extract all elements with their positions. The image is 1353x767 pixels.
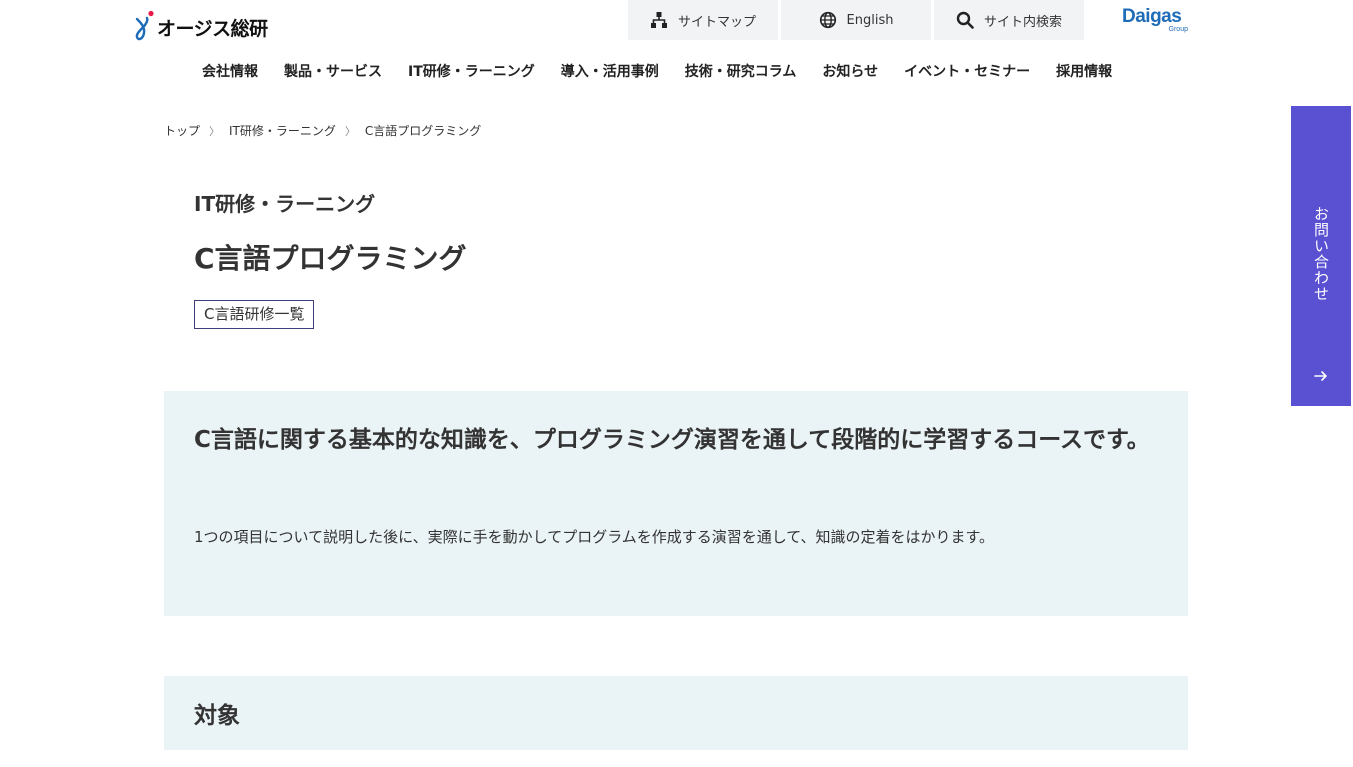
intro-heading: C言語に関する基本的な知識を、プログラミング演習を通して段階的に学習するコースで… xyxy=(194,427,1150,453)
globe-icon xyxy=(819,11,837,29)
breadcrumb-separator: 〉 xyxy=(344,124,356,138)
intro-panel: C言語に関する基本的な知識を、プログラミング演習を通して段階的に学習するコースで… xyxy=(164,391,1188,616)
contact-tab[interactable]: お問い合わせ xyxy=(1291,106,1351,406)
daigas-group-logo[interactable]: Daigas Group xyxy=(1122,6,1190,36)
page-category: IT研修・ラーニング xyxy=(194,192,376,216)
nav-item-it-training[interactable]: IT研修・ラーニング xyxy=(395,60,548,84)
breadcrumb-item-it-training[interactable]: IT研修・ラーニング xyxy=(229,122,336,139)
daigas-logo-name: Daigas xyxy=(1122,6,1182,27)
sitemap-label: サイトマップ xyxy=(677,14,756,30)
daigas-logo-sub: Group xyxy=(1168,26,1188,33)
target-heading: 対象 xyxy=(194,703,240,729)
nav-item-company[interactable]: 会社情報 xyxy=(189,60,271,84)
english-link[interactable]: English xyxy=(781,0,931,40)
intro-description: 1つの項目について説明した後に、実際に手を動かしてプログラムを作成する演習を通し… xyxy=(194,528,995,546)
nav-item-news[interactable]: お知らせ xyxy=(809,60,891,84)
nav-item-products[interactable]: 製品・サービス xyxy=(271,60,395,84)
page-title: C言語プログラミング xyxy=(194,242,467,275)
site-search-link[interactable]: サイト内検索 xyxy=(934,0,1084,40)
site-search-label: サイト内検索 xyxy=(983,14,1062,30)
search-icon xyxy=(956,11,974,29)
c-training-list-button[interactable]: C言語研修一覧 xyxy=(194,300,315,329)
english-label: English xyxy=(846,12,894,28)
breadcrumb: トップ 〉 IT研修・ラーニング 〉 C言語プログラミング xyxy=(164,122,481,139)
breadcrumb-item-current: C言語プログラミング xyxy=(364,124,482,138)
nav-item-careers[interactable]: 採用情報 xyxy=(1043,60,1125,84)
breadcrumb-separator: 〉 xyxy=(209,124,221,138)
nav-item-tech-column[interactable]: 技術・研究コラム xyxy=(672,60,810,84)
target-panel: 対象 xyxy=(164,676,1188,750)
nav-item-case-studies[interactable]: 導入・活用事例 xyxy=(548,60,672,84)
sitemap-icon xyxy=(650,11,668,29)
arrow-right-icon xyxy=(1313,368,1329,384)
logo-mark-icon xyxy=(133,9,155,45)
sitemap-link[interactable]: サイトマップ xyxy=(628,0,778,40)
global-nav: 会社情報 製品・サービス IT研修・ラーニング 導入・活用事例 技術・研究コラム… xyxy=(189,60,1125,84)
logo-text: オージス総研 xyxy=(157,17,268,40)
contact-label: お問い合わせ xyxy=(1312,206,1330,302)
nav-item-events[interactable]: イベント・セミナー xyxy=(891,60,1043,84)
breadcrumb-item-top[interactable]: トップ xyxy=(164,122,200,139)
site-logo[interactable]: オージス総研 xyxy=(133,9,268,45)
